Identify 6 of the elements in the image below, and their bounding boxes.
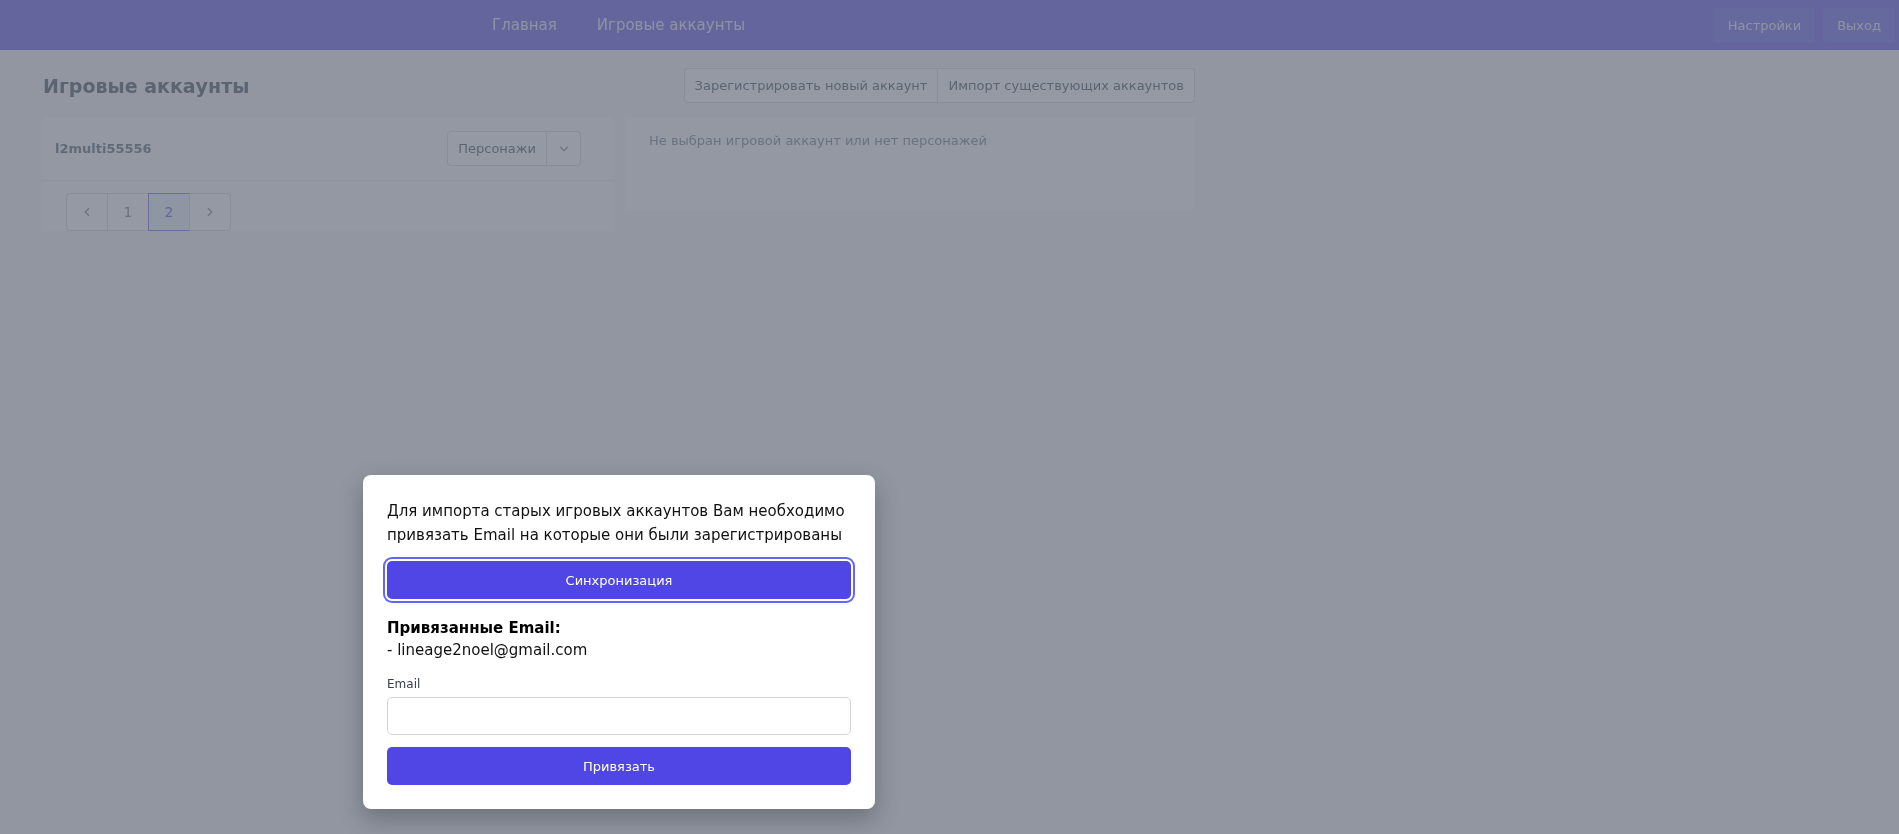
linked-email: - lineage2noel@gmail.com — [387, 641, 589, 659]
modal-message: Для импорта старых игровых аккаунтов Вам необходимо привязать Email на которые они были зарегистрированы — [387, 501, 846, 546]
link-button[interactable]: Привязать — [387, 747, 851, 785]
field-label: Email — [387, 677, 422, 691]
email-input-field[interactable] — [387, 697, 851, 735]
linked-emails-title: Привязанные Email: — [387, 619, 562, 637]
